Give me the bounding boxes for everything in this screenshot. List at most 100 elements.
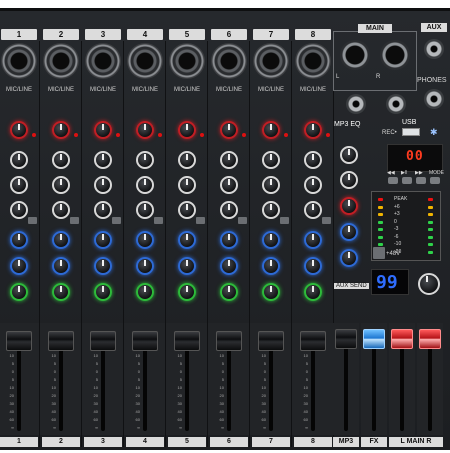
pad-button[interactable] (154, 217, 163, 224)
gain-knob[interactable] (262, 121, 280, 139)
eq-mid-knob[interactable] (94, 176, 112, 194)
fx-program-selector-knob[interactable] (418, 273, 440, 295)
gain-knob[interactable] (178, 121, 196, 139)
gain-knob[interactable] (52, 121, 70, 139)
eq-low-knob[interactable] (262, 201, 280, 219)
fx-send-knob[interactable] (52, 231, 70, 249)
combo-input-jack[interactable] (211, 43, 247, 79)
combo-input-jack[interactable] (295, 43, 331, 79)
main-right-trs-jack[interactable] (386, 94, 406, 114)
channel-fader[interactable] (300, 331, 326, 351)
pad-button[interactable] (196, 217, 205, 224)
fx-master-knob[interactable] (340, 249, 358, 267)
eq-high-knob[interactable] (10, 151, 28, 169)
mp3-eq-high-knob[interactable] (340, 146, 358, 164)
pan-knob[interactable] (136, 283, 154, 301)
channel-fader[interactable] (6, 331, 32, 351)
eq-low-knob[interactable] (220, 201, 238, 219)
pad-button[interactable] (280, 217, 289, 224)
aux-send-knob[interactable] (262, 257, 280, 275)
eq-high-knob[interactable] (220, 151, 238, 169)
eq-high-knob[interactable] (94, 151, 112, 169)
gain-knob[interactable] (304, 121, 322, 139)
aux-send-knob[interactable] (178, 257, 196, 275)
pad-button[interactable] (28, 217, 37, 224)
combo-input-jack[interactable] (169, 43, 205, 79)
eq-mid-knob[interactable] (136, 176, 154, 194)
mp3-eq-mid-knob[interactable] (340, 171, 358, 189)
main-right-fader[interactable] (419, 329, 441, 349)
pan-knob[interactable] (94, 283, 112, 301)
eq-low-knob[interactable] (136, 201, 154, 219)
pad-button[interactable] (238, 217, 247, 224)
fx-send-knob[interactable] (304, 231, 322, 249)
combo-input-jack[interactable] (253, 43, 289, 79)
fx-send-knob[interactable] (220, 231, 238, 249)
main-right-xlr-jack[interactable] (380, 40, 410, 70)
aux-send-knob[interactable] (10, 257, 28, 275)
eq-mid-knob[interactable] (52, 176, 70, 194)
pan-knob[interactable] (262, 283, 280, 301)
transport-button-1[interactable] (402, 177, 412, 184)
combo-input-jack[interactable] (85, 43, 121, 79)
fx-send-knob[interactable] (262, 231, 280, 249)
transport-button-0[interactable] (388, 177, 398, 184)
combo-input-jack[interactable] (127, 43, 163, 79)
combo-input-jack[interactable] (43, 43, 79, 79)
eq-high-knob[interactable] (178, 151, 196, 169)
eq-high-knob[interactable] (262, 151, 280, 169)
transport-button-2[interactable] (416, 177, 426, 184)
pan-knob[interactable] (52, 283, 70, 301)
channel-fader[interactable] (90, 331, 116, 351)
pan-knob[interactable] (220, 283, 238, 301)
fx-send-knob[interactable] (136, 231, 154, 249)
fx-fader[interactable] (363, 329, 385, 349)
eq-low-knob[interactable] (178, 201, 196, 219)
gain-knob[interactable] (10, 121, 28, 139)
channel-fader[interactable] (48, 331, 74, 351)
phantom-power-button[interactable] (373, 247, 385, 259)
main-left-xlr-jack[interactable] (340, 40, 370, 70)
pad-button[interactable] (112, 217, 121, 224)
usb-port[interactable] (402, 128, 420, 136)
eq-high-knob[interactable] (136, 151, 154, 169)
aux-send-knob[interactable] (220, 257, 238, 275)
eq-high-knob[interactable] (52, 151, 70, 169)
eq-mid-knob[interactable] (178, 176, 196, 194)
mp3-level-knob[interactable] (340, 197, 358, 215)
pan-knob[interactable] (178, 283, 196, 301)
eq-mid-knob[interactable] (304, 176, 322, 194)
channel-fader[interactable] (174, 331, 200, 351)
eq-low-knob[interactable] (52, 201, 70, 219)
aux-send-knob[interactable] (136, 257, 154, 275)
transport-button-3[interactable] (430, 177, 440, 184)
aux-out-jack[interactable] (424, 39, 444, 59)
eq-mid-knob[interactable] (10, 176, 28, 194)
aux-master-knob[interactable] (340, 223, 358, 241)
fx-send-knob[interactable] (94, 231, 112, 249)
fx-send-knob[interactable] (178, 231, 196, 249)
mp3-fader[interactable] (335, 329, 357, 349)
eq-mid-knob[interactable] (220, 176, 238, 194)
eq-low-knob[interactable] (94, 201, 112, 219)
main-left-fader[interactable] (391, 329, 413, 349)
eq-high-knob[interactable] (304, 151, 322, 169)
fx-send-knob[interactable] (10, 231, 28, 249)
aux-send-knob[interactable] (304, 257, 322, 275)
aux-send-knob[interactable] (52, 257, 70, 275)
gain-knob[interactable] (136, 121, 154, 139)
combo-input-jack[interactable] (1, 43, 37, 79)
gain-knob[interactable] (94, 121, 112, 139)
gain-knob[interactable] (220, 121, 238, 139)
aux-send-knob[interactable] (94, 257, 112, 275)
eq-low-knob[interactable] (304, 201, 322, 219)
phones-jack[interactable] (424, 89, 444, 109)
channel-fader[interactable] (216, 331, 242, 351)
pan-knob[interactable] (304, 283, 322, 301)
main-left-trs-jack[interactable] (346, 94, 366, 114)
pan-knob[interactable] (10, 283, 28, 301)
eq-low-knob[interactable] (10, 201, 28, 219)
eq-mid-knob[interactable] (262, 176, 280, 194)
channel-fader[interactable] (258, 331, 284, 351)
pad-button[interactable] (322, 217, 331, 224)
